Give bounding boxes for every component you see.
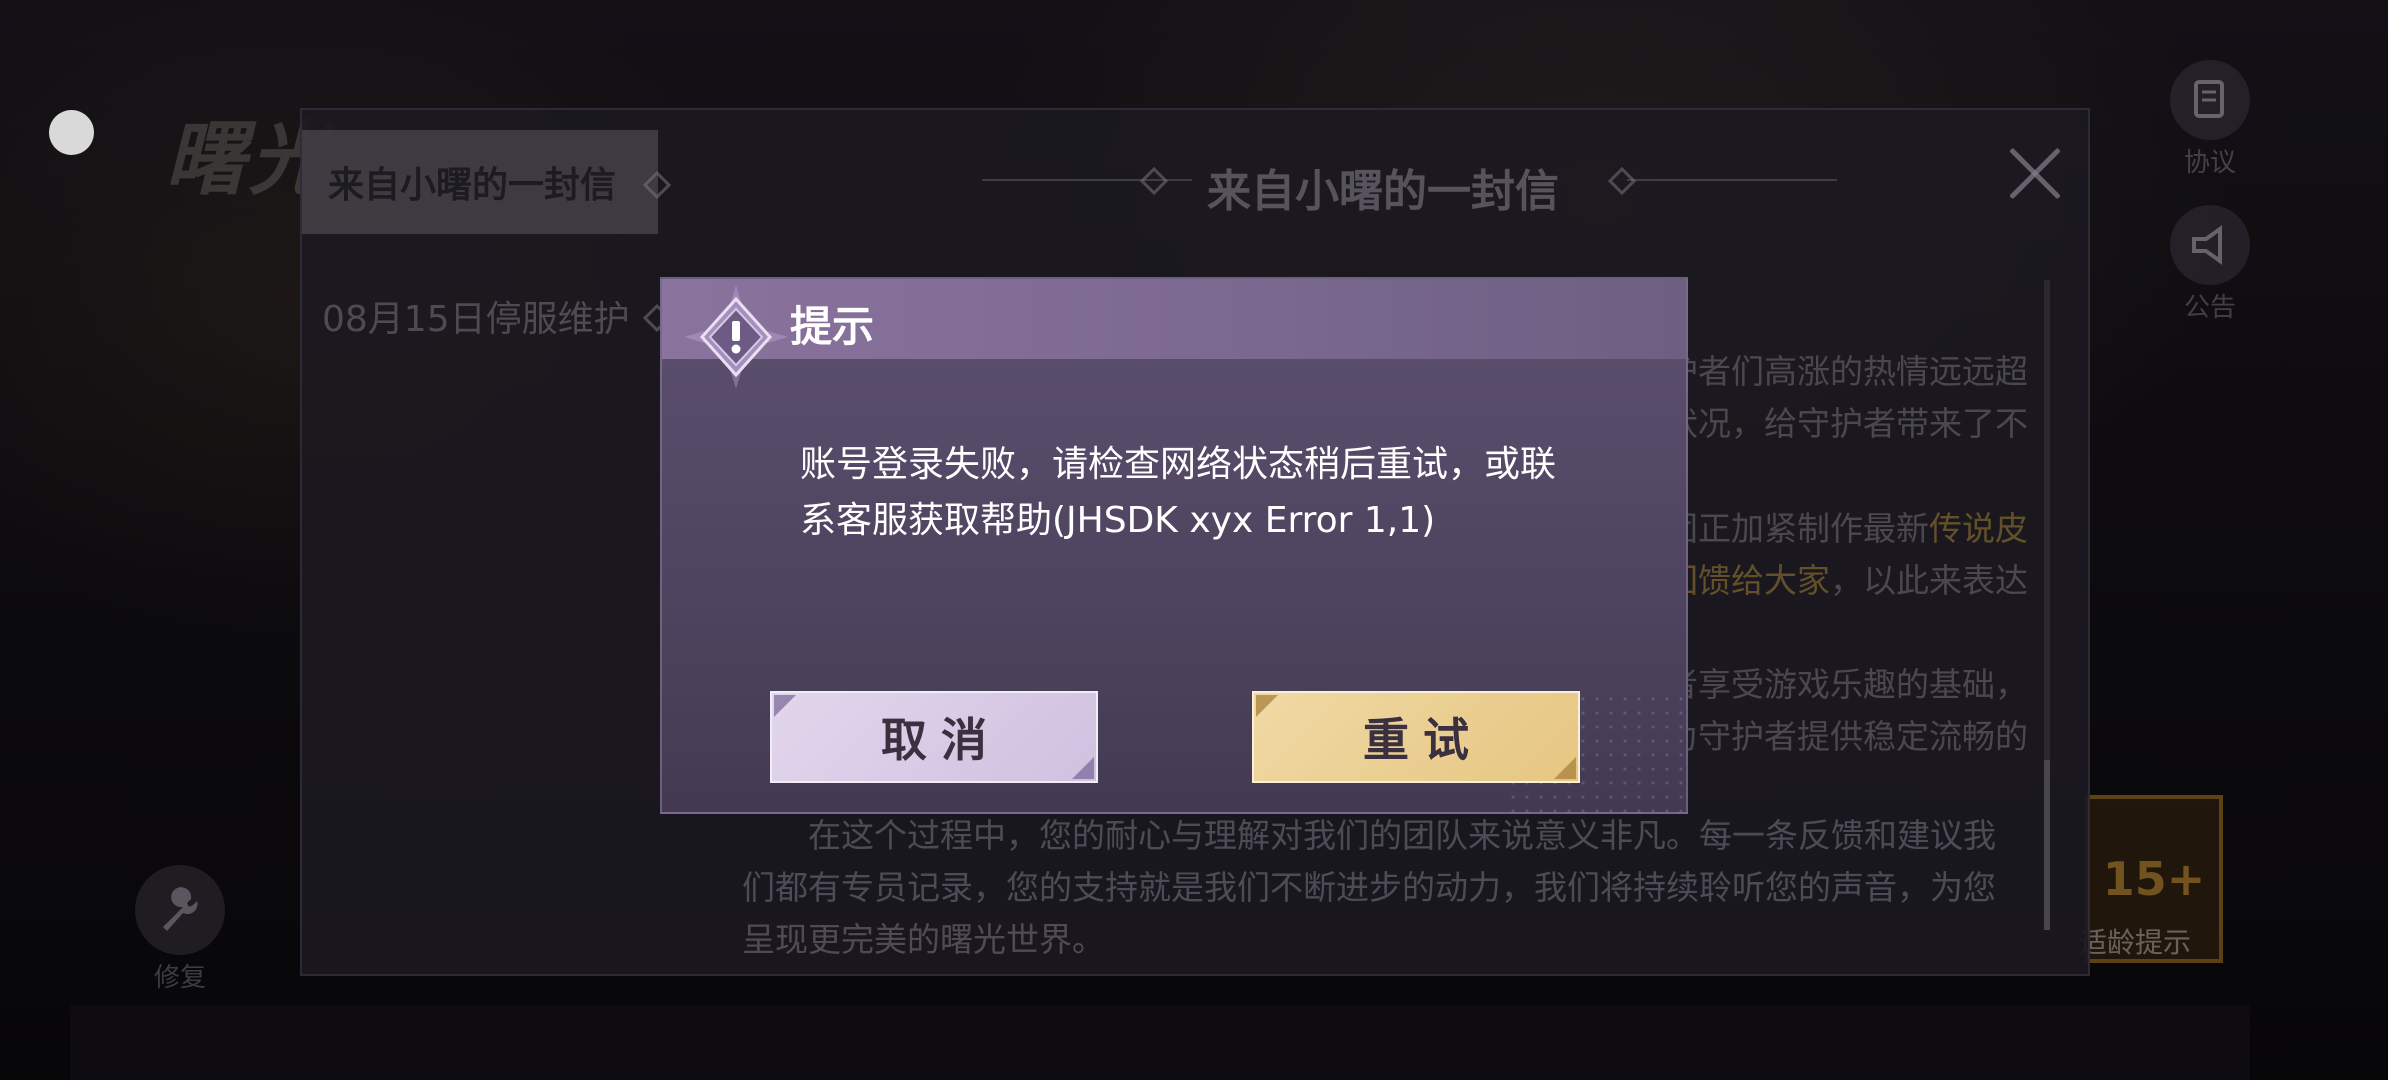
button-corner-decoration [1072, 757, 1094, 779]
cancel-button-label: 取消 [881, 713, 1001, 767]
error-dialog: 提示 账号登录失败，请检查网络状态稍后重试，或联系客服获取帮助(JHSDK xy… [660, 277, 1688, 814]
button-corner-decoration [1554, 757, 1576, 779]
retry-button[interactable]: 重试 [1252, 691, 1580, 783]
warning-diamond-icon [684, 285, 788, 389]
button-corner-decoration [1256, 695, 1278, 717]
retry-button-label: 重试 [1363, 713, 1483, 767]
button-corner-decoration [774, 695, 796, 717]
dialog-title: 提示 [790, 302, 875, 351]
game-screen: 曙光 协议 公告 修复 15+ 适龄提示 来自小曙的一封信 08月15日停服维护… [0, 0, 2388, 1080]
cancel-button[interactable]: 取消 [770, 691, 1098, 783]
dialog-message: 账号登录失败，请检查网络状态稍后重试，或联系客服获取帮助(JHSDK xyx E… [800, 444, 1557, 541]
